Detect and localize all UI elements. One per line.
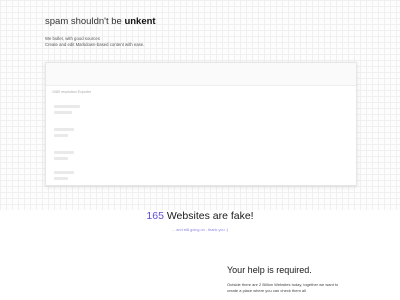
hero-subtitle: We bullet, with good sources Create and … xyxy=(45,36,144,48)
preview-panel-label: 1080 resolution Exporter xyxy=(52,90,92,94)
stats-title: 165 Websites are fake! xyxy=(0,210,400,222)
placeholder-line xyxy=(54,177,68,180)
preview-panel: 1080 resolution Exporter xyxy=(45,62,357,186)
placeholder-line xyxy=(54,171,74,174)
help-section: Your help is required. Outside there are… xyxy=(227,265,387,293)
help-body-line-2: create a place where you can check them … xyxy=(227,287,306,293)
hero-subtitle-line-2: Create and edit Markdown-based content w… xyxy=(45,42,145,47)
help-title: Your help is required. xyxy=(227,265,312,275)
fake-websites-count: 165 xyxy=(146,210,164,222)
placeholder-line xyxy=(54,105,80,108)
hero-section: spam shouldn't be unkent We bullet, with… xyxy=(0,0,400,210)
placeholder-line xyxy=(54,157,68,160)
stats-section: 165 Websites are fake! ... and still goi… xyxy=(0,210,400,232)
placeholder-line xyxy=(54,151,74,154)
stats-title-suffix: Websites are fake! xyxy=(163,210,254,222)
brand-name: unkent xyxy=(124,16,156,27)
placeholder-line xyxy=(54,128,74,131)
placeholder-line xyxy=(54,134,68,137)
page: spam shouldn't be unkent We bullet, with… xyxy=(0,0,400,300)
help-body: Outside there are 2 Billion Websites tod… xyxy=(227,282,387,293)
placeholder-line xyxy=(54,111,72,114)
stats-subtitle: ... and still going on - thank you :) xyxy=(172,228,228,232)
hero-title-prefix: spam shouldn't be xyxy=(45,16,125,27)
preview-panel-header xyxy=(46,63,356,86)
hero-title: spam shouldn't be unkent xyxy=(45,16,156,27)
